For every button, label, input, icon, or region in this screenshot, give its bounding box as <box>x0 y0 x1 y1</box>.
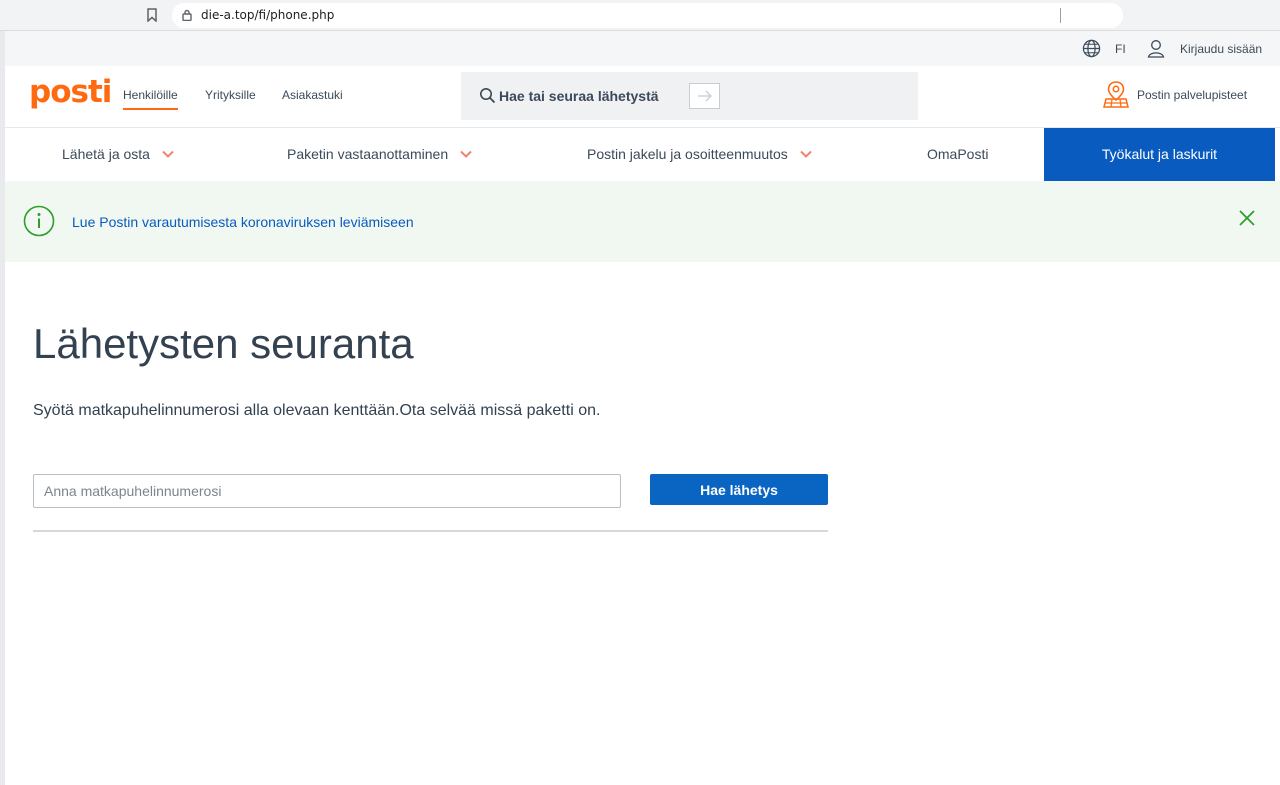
info-icon <box>23 205 55 237</box>
cat-paketin-vastaanottaminen[interactable]: Paketin vastaanottaminen <box>287 146 472 162</box>
url-text: die-a.top/fi/phone.php <box>201 8 335 22</box>
search-icon <box>480 88 496 104</box>
text-caret <box>1060 8 1061 23</box>
phone-number-input[interactable] <box>33 474 621 508</box>
category-nav: Lähetä ja osta Paketin vastaanottaminen … <box>5 128 1280 181</box>
cat-label: Työkalut ja laskurit <box>1101 146 1218 162</box>
bookmark-icon[interactable] <box>146 8 158 22</box>
user-icon[interactable] <box>1147 39 1165 58</box>
service-points-link[interactable]: Postin palvelupisteet <box>1137 88 1247 102</box>
nav-henkiloille[interactable]: Henkilöille <box>123 88 178 110</box>
cat-tyokalut-ja-laskurit[interactable]: Työkalut ja laskurit <box>1044 128 1275 181</box>
cat-laheta-ja-osta[interactable]: Lähetä ja osta <box>62 146 174 162</box>
search-submit-button[interactable] <box>689 83 720 109</box>
utility-bar: FI Kirjaudu sisään <box>5 31 1280 66</box>
map-pin-icon[interactable] <box>1103 80 1129 108</box>
search-label: Hae tai seuraa lähetystä <box>499 88 659 104</box>
cat-label: Lähetä ja osta <box>62 146 150 162</box>
arrow-right-icon <box>698 90 712 102</box>
site-header: posti Henkilöille Yrityksille Asiakastuk… <box>5 66 1280 128</box>
cat-omaposti[interactable]: OmaPosti <box>927 146 988 162</box>
browser-toolbar: die-a.top/fi/phone.php <box>0 0 1280 31</box>
cat-postin-jakelu[interactable]: Postin jakelu ja osoitteenmuutos <box>587 146 812 162</box>
cat-label: Postin jakelu ja osoitteenmuutos <box>587 146 788 162</box>
nav-asiakastuki[interactable]: Asiakastuki <box>282 88 343 102</box>
cat-label: Paketin vastaanottaminen <box>287 146 449 162</box>
close-icon[interactable] <box>1238 209 1256 227</box>
nav-yrityksille[interactable]: Yrityksille <box>205 88 256 102</box>
language-selector[interactable]: FI <box>1115 42 1126 56</box>
address-bar[interactable]: die-a.top/fi/phone.php <box>172 3 1123 28</box>
corona-notice-link[interactable]: Lue Postin varautumisesta koronaviruksen… <box>72 214 414 230</box>
notice-banner: Lue Postin varautumisesta koronaviruksen… <box>5 181 1280 262</box>
track-shipment-button[interactable]: Hae lähetys <box>650 474 828 505</box>
lock-icon <box>182 9 192 21</box>
posti-logo[interactable]: posti <box>29 74 112 110</box>
shipment-search-box[interactable]: Hae tai seuraa lähetystä <box>461 72 918 120</box>
divider <box>33 530 828 532</box>
login-link[interactable]: Kirjaudu sisään <box>1180 42 1262 56</box>
page-description: Syötä matkapuhelinnumerosi alla olevaan … <box>33 402 601 419</box>
globe-icon[interactable] <box>1082 39 1101 58</box>
chevron-down-icon <box>460 151 472 159</box>
page-title: Lähetysten seuranta <box>33 320 414 367</box>
chevron-down-icon <box>162 151 174 159</box>
chevron-down-icon <box>799 151 812 159</box>
